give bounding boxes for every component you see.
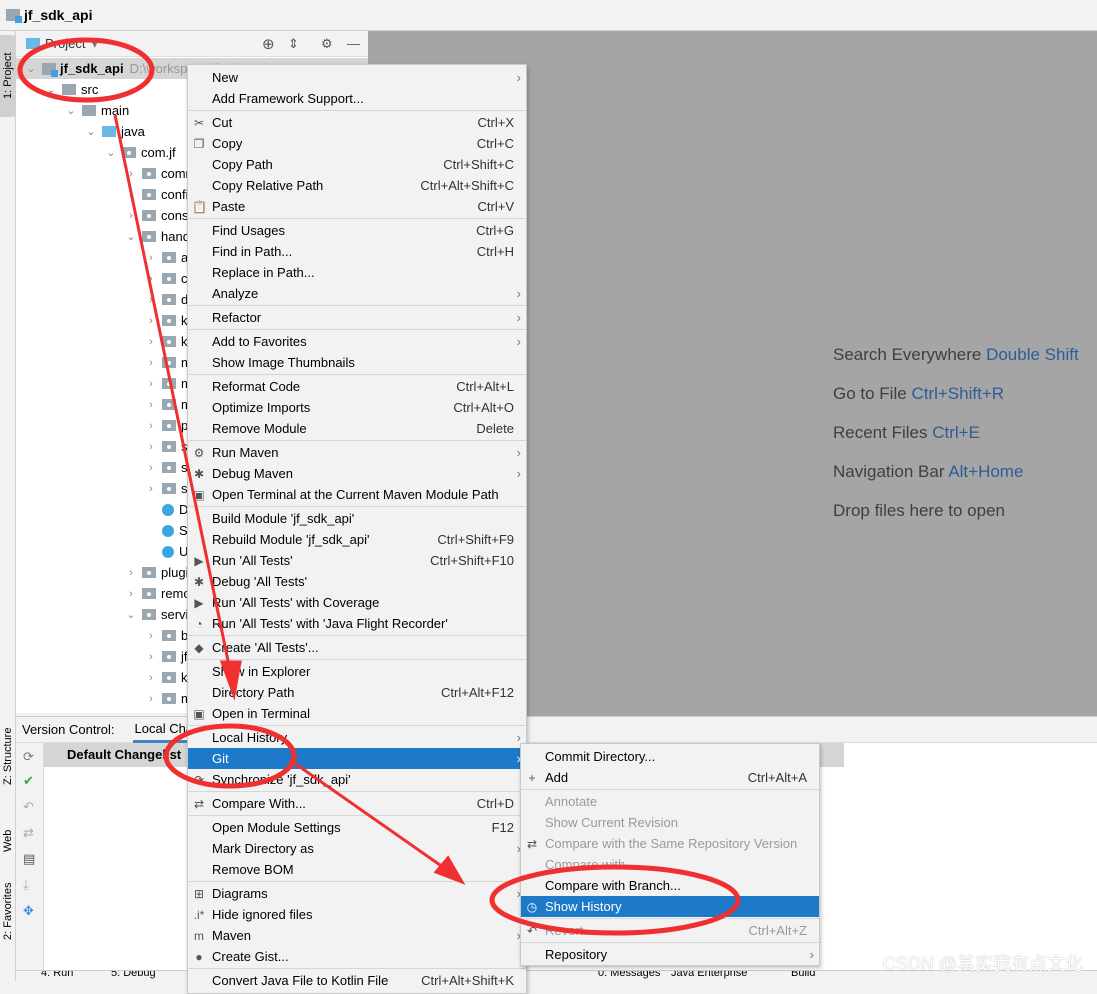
annotation-circle-git: [163, 723, 297, 789]
annotation-overlay: [17, 37, 741, 936]
annotation-arrow-1: [113, 114, 234, 681]
annotation-arrow-2: [289, 758, 451, 874]
annotation-circle-show-history: [489, 864, 741, 936]
annotation-circle-root: [17, 37, 155, 103]
watermark: CSDN @其实我有点文化: [882, 954, 1083, 974]
arrow-head: [219, 660, 242, 701]
arrow-head: [433, 855, 466, 885]
